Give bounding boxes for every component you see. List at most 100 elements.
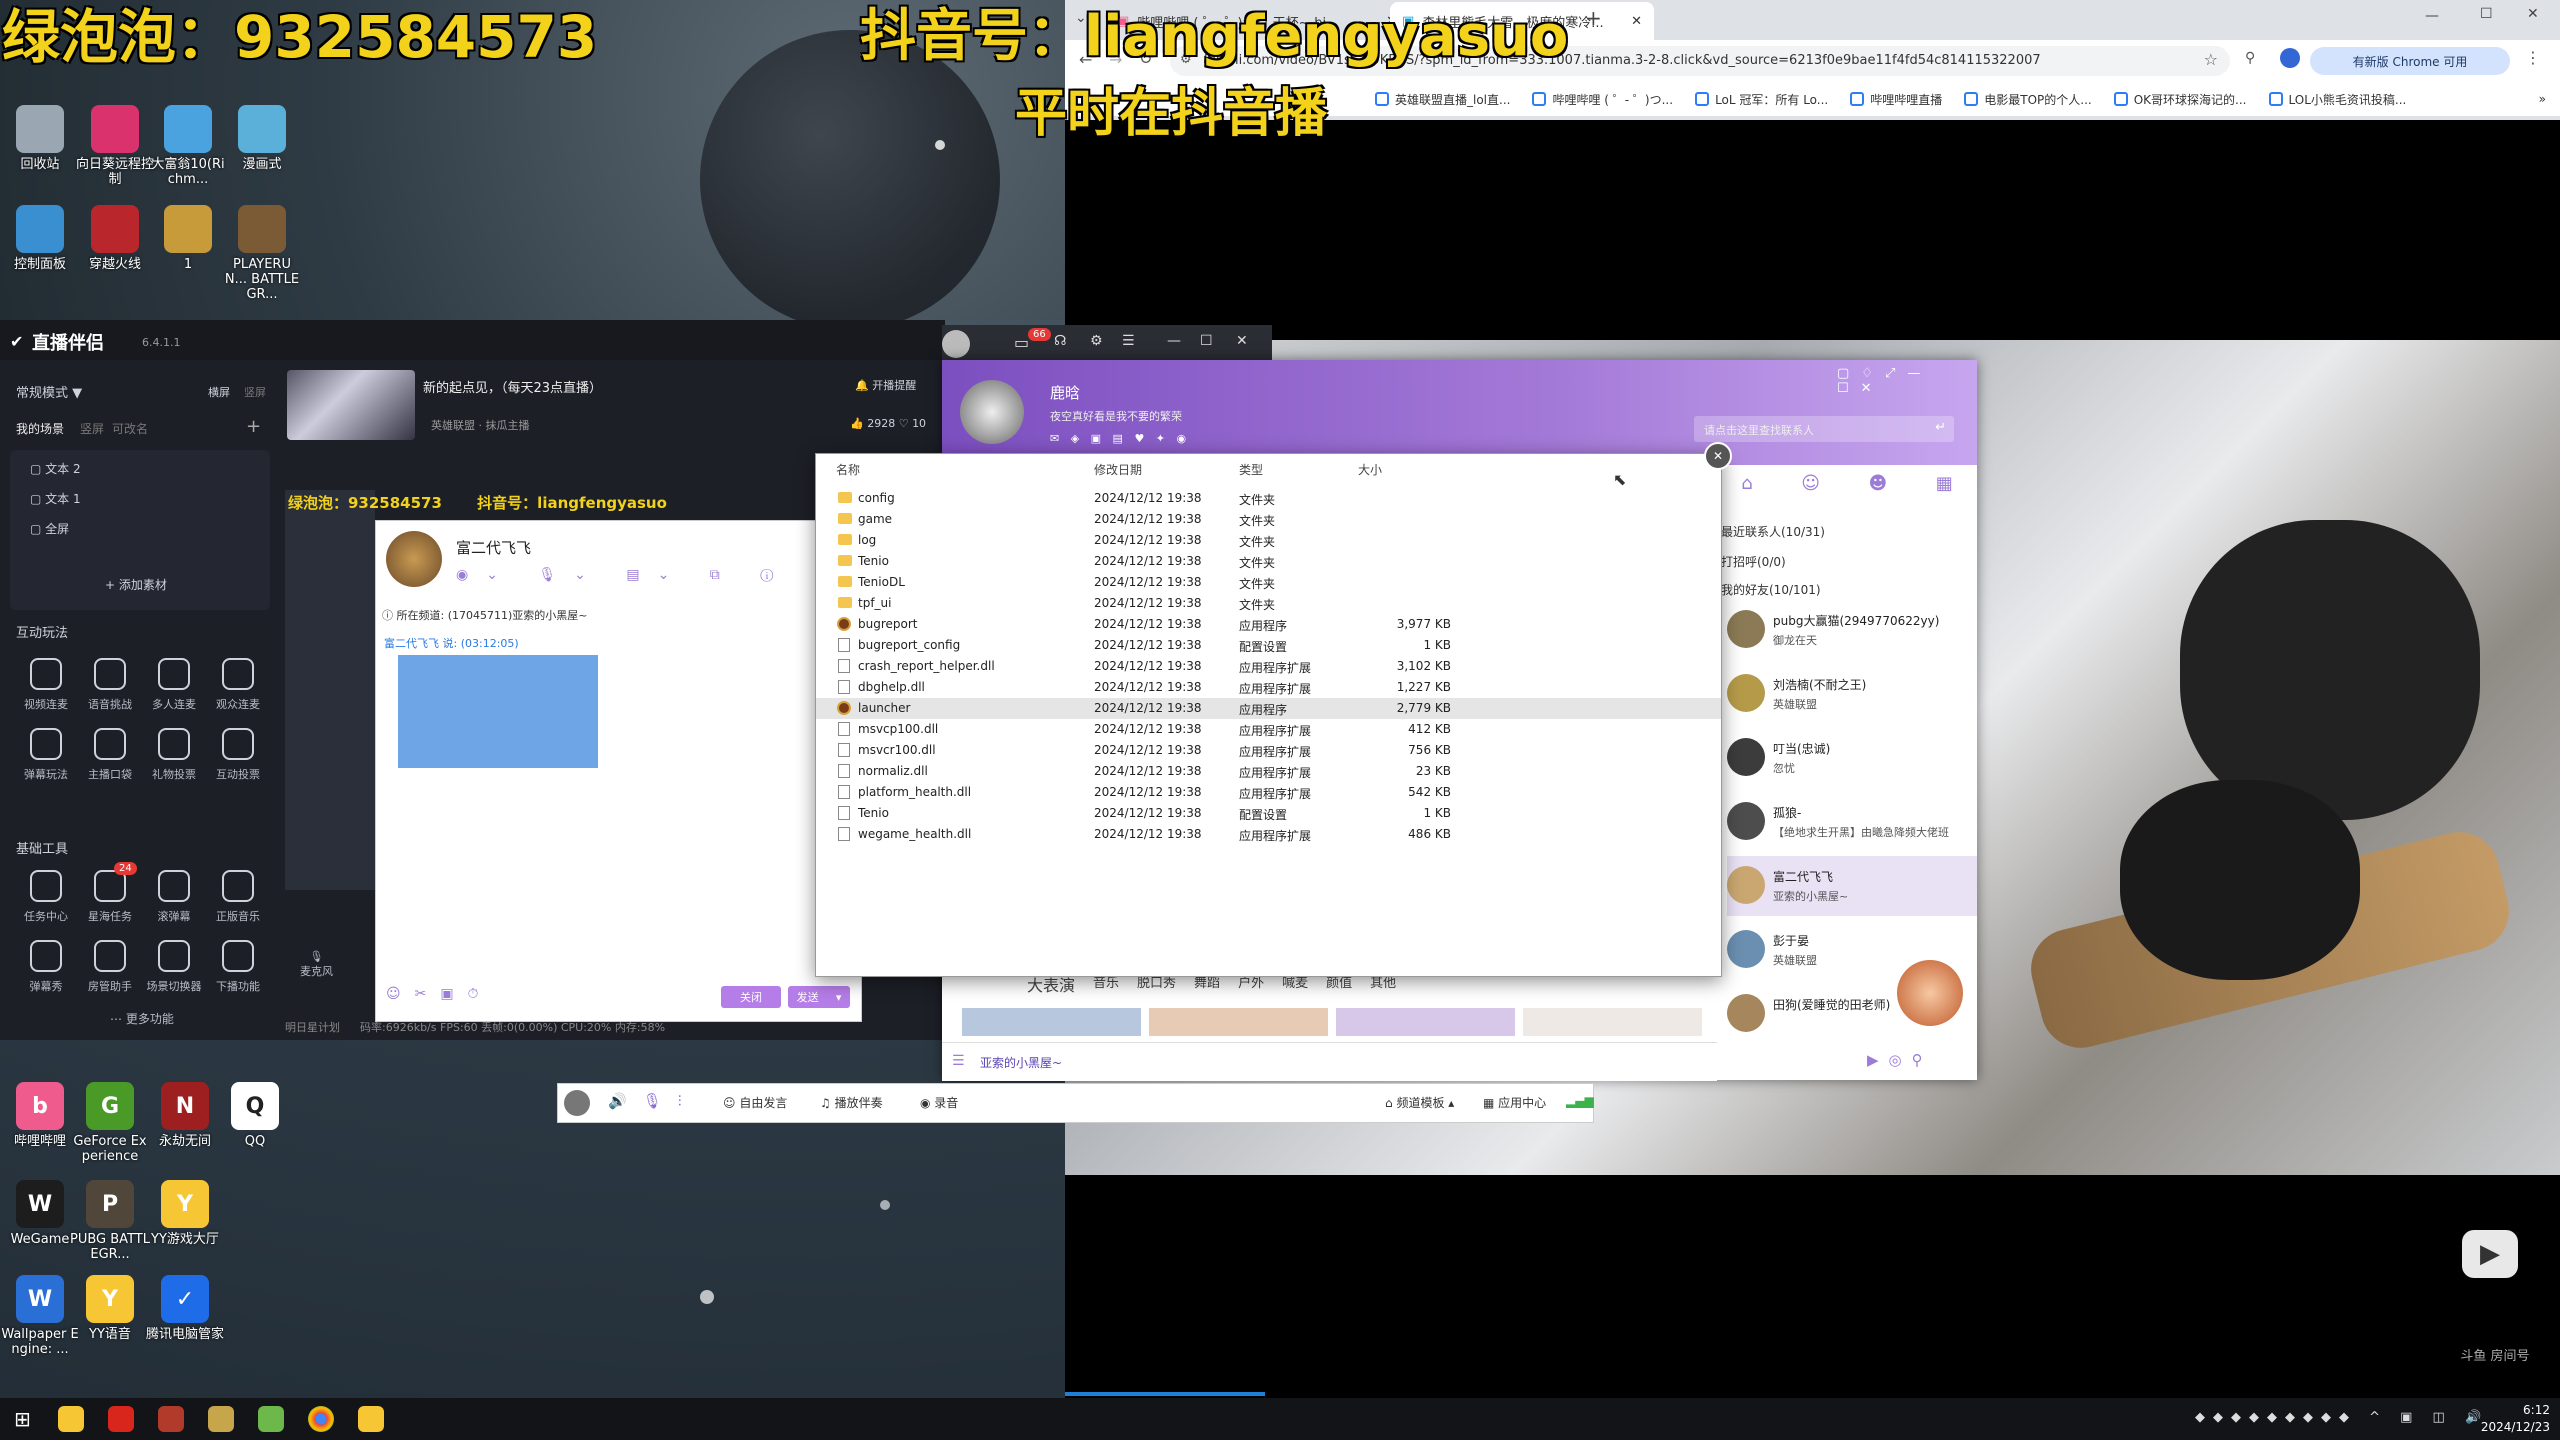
scene-tab-mine[interactable]: 我的场景	[16, 420, 64, 437]
menu-icon[interactable]: ⋮	[2525, 48, 2541, 67]
col-size[interactable]: 大小	[1358, 461, 1382, 478]
bookmark-item[interactable]: LoL 冠军：所有 Lo...	[1695, 91, 1828, 108]
tool-button[interactable]: 语音挑战	[82, 658, 138, 712]
free-speak-button[interactable]: ☺ 自由发言	[723, 1094, 787, 1111]
desktop-icon[interactable]: G GeForce Experience	[70, 1082, 150, 1164]
scene-tab-portrait[interactable]: 竖屏	[80, 420, 104, 437]
file-row[interactable]: TenioDL 2024/12/12 19:38 文件夹	[816, 572, 1721, 593]
netease-taskbar-icon[interactable]	[108, 1406, 134, 1432]
section-friends[interactable]: 我的好友(10/101)	[1721, 581, 1821, 598]
add-material-button[interactable]: + 添加素材	[105, 576, 167, 593]
desktop-icon[interactable]: W Wallpaper Engine: ...	[0, 1275, 80, 1357]
tool-button[interactable]: 房管助手	[82, 940, 138, 994]
enter-icon[interactable]: ↵	[1935, 420, 1946, 435]
app-taskbar-icon[interactable]	[258, 1406, 284, 1432]
section-greet[interactable]: 打招呼(0/0)	[1721, 553, 1786, 570]
star-icon[interactable]: ☆	[2204, 50, 2218, 69]
signature[interactable]: 夜空真好看是我不要的繁荣	[1050, 408, 1182, 424]
desktop-icon[interactable]: W WeGame	[0, 1180, 80, 1247]
menu-icon[interactable]: ☰	[952, 1053, 965, 1069]
channel-thumb[interactable]	[1523, 1008, 1702, 1036]
maximize-button[interactable]: ☐	[1837, 381, 1861, 396]
close-chat-button[interactable]: 关闭	[721, 986, 781, 1008]
desktop-icon[interactable]: P PUBG BATTLEGR...	[70, 1180, 150, 1262]
col-name[interactable]: 名称	[836, 461, 860, 478]
minimize-button[interactable]: —	[2425, 8, 2439, 24]
record-button[interactable]: ◉ 录音	[920, 1094, 958, 1111]
desktop-icon[interactable]: 控制面板	[0, 205, 80, 272]
channel-thumb[interactable]	[1149, 1008, 1328, 1036]
file-row[interactable]: Tenio 2024/12/12 19:38 配置设置 1 KB	[816, 803, 1721, 824]
chevron-down-icon[interactable]: ▾	[836, 991, 842, 1004]
desktop-icon[interactable]: 向日葵远程控制	[75, 105, 155, 187]
file-row[interactable]: crash_report_helper.dll 2024/12/12 19:38 应…	[816, 656, 1721, 677]
bookmark-item[interactable]: 英雄联盟直播_lol直...	[1375, 91, 1510, 108]
video-progress[interactable]	[1065, 1392, 1265, 1396]
file-row[interactable]: tpf_ui 2024/12/12 19:38 文件夹	[816, 593, 1721, 614]
close-window-button[interactable]: ✕	[2527, 6, 2539, 22]
contact-search[interactable]: 请点击这里查找联系人 ↵	[1694, 416, 1954, 442]
file-row[interactable]: msvcr100.dll 2024/12/12 19:38 应用程序扩展 756 KB	[816, 740, 1721, 761]
avatar[interactable]	[960, 380, 1024, 444]
desktop-icon[interactable]: PLAYERUN... BATTLEGR...	[222, 205, 302, 302]
profile-icon[interactable]	[2280, 48, 2300, 68]
person-icon[interactable]: ☺	[1801, 473, 1820, 503]
minimize-button[interactable]: —	[1907, 366, 1932, 381]
headset-icon[interactable]: ☊	[1054, 333, 1066, 349]
contact-item[interactable]: pubg大赢猫(2949770622yy) 御龙在天	[1727, 600, 1977, 660]
file-row[interactable]: launcher 2024/12/12 19:38 应用程序 2,779 KB	[816, 698, 1721, 719]
channel-template-button[interactable]: ⌂ 频道模板 ▴	[1385, 1094, 1454, 1111]
close-icon[interactable]: ✕	[1236, 333, 1248, 349]
speaker-icon[interactable]: 🔊	[608, 1092, 643, 1110]
file-row[interactable]: msvcp100.dll 2024/12/12 19:38 应用程序扩展 412 KB	[816, 719, 1721, 740]
tool-button[interactable]: 弹幕秀	[18, 940, 74, 994]
bookmark-item[interactable]: OK哥环球探海记的...	[2113, 91, 2247, 108]
col-date[interactable]: 修改日期	[1094, 461, 1142, 478]
more-bookmarks-icon[interactable]: »	[2539, 92, 2546, 106]
file-row[interactable]: dbghelp.dll 2024/12/12 19:38 应用程序扩展 1,227 K…	[816, 677, 1721, 698]
mic-control[interactable]: 🎙 麦克风	[300, 950, 333, 979]
play-bgm-button[interactable]: ♫ 播放伴奏	[820, 1094, 883, 1111]
file-row[interactable]: game 2024/12/12 19:38 文件夹	[816, 509, 1721, 530]
desktop-icon[interactable]: 漫画式	[222, 105, 302, 172]
tool-button[interactable]: 主播口袋	[82, 728, 138, 782]
target-icon[interactable]: ◎	[1889, 1051, 1912, 1069]
tool-button[interactable]: 礼物投票	[146, 728, 202, 782]
tool-button[interactable]: 下播功能	[210, 940, 266, 994]
mic-icon[interactable]: 🎙	[643, 1092, 678, 1110]
mixer-icon[interactable]: ⫶	[678, 1092, 698, 1110]
chat-avatar[interactable]	[386, 531, 442, 587]
message-icon[interactable]: ▭	[1014, 333, 1029, 352]
new-tab-button[interactable]: +	[1585, 6, 1602, 30]
cartoon-avatar-icon[interactable]	[1897, 960, 1963, 1026]
tool-button[interactable]: 正版音乐	[210, 870, 266, 924]
add-scene-icon[interactable]: +	[246, 416, 261, 437]
skin-icon[interactable]: ▢	[1837, 366, 1861, 381]
mode-selector[interactable]: 常规模式 ▼	[16, 382, 82, 401]
tab-landscape[interactable]: 横屏	[208, 384, 230, 400]
contact-item[interactable]: 刘浩楠(不耐之王) 英雄联盟	[1727, 664, 1977, 724]
pin-icon[interactable]: ⤢	[1885, 366, 1907, 381]
update-chrome-button[interactable]: 有新版 Chrome 可用	[2310, 47, 2510, 75]
clock[interactable]: 6:12 2024/12/23	[2470, 1402, 2550, 1436]
yy-taskbar-icon[interactable]	[58, 1406, 84, 1432]
file-row[interactable]: bugreport_config 2024/12/12 19:38 配置设置 1 KB	[816, 635, 1721, 656]
tool-button[interactable]: 滚弹幕	[146, 870, 202, 924]
open-remind-button[interactable]: 🔔 开播提醒	[855, 377, 916, 393]
desktop-icon[interactable]: 穿越火线	[75, 205, 155, 272]
send-button[interactable]: 发送 ▾	[788, 986, 850, 1008]
room-tag[interactable]: 英雄联盟 · 抹瓜主播	[431, 417, 530, 433]
tab-portrait[interactable]: 竖屏	[244, 384, 266, 400]
bookmark-item[interactable]: LOL小熊毛资讯投稿...	[2268, 91, 2406, 108]
maximize-button[interactable]: ☐	[1200, 333, 1213, 349]
close-icon[interactable]: ✕	[1704, 442, 1732, 470]
chrome-taskbar-icon[interactable]	[308, 1406, 334, 1432]
file-row[interactable]: bugreport 2024/12/12 19:38 应用程序 3,977 KB	[816, 614, 1721, 635]
tool-button[interactable]: 任务中心	[18, 870, 74, 924]
tool-button[interactable]: 弹幕玩法	[18, 728, 74, 782]
contact-item[interactable]: 叮当(忠诚) 忽忧	[1727, 728, 1977, 788]
tool-button[interactable]: 多人连麦	[146, 658, 202, 712]
app-center-button[interactable]: ▦ 应用中心	[1483, 1094, 1546, 1111]
bookmark-item[interactable]: 电影最TOP的个人...	[1964, 91, 2092, 108]
close-icon[interactable]: ✕	[1861, 381, 1884, 396]
